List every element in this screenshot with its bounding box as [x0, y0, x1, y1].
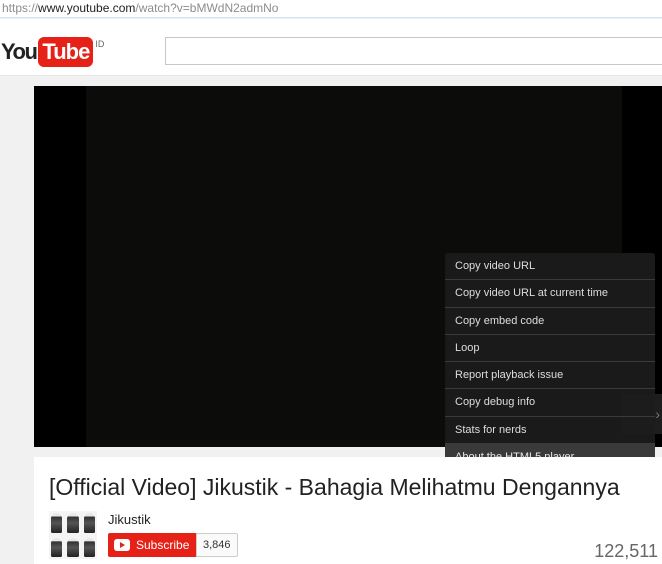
- avatar-figure: [83, 537, 95, 557]
- menu-loop[interactable]: Loop: [445, 335, 655, 363]
- view-count: 122,511: [594, 541, 658, 561]
- logo-region: ID: [95, 39, 105, 49]
- subscriber-count: 3,846: [196, 533, 238, 557]
- player-context-menu: Copy video URL Copy video URL at current…: [445, 253, 655, 472]
- logo-you-text: You: [1, 39, 38, 64]
- logo-tube-text: Tube: [38, 37, 94, 67]
- avatar-figure: [51, 513, 63, 533]
- menu-stats-for-nerds[interactable]: Stats for nerds: [445, 417, 655, 445]
- address-bar[interactable]: https://www.youtube.com/watch?v=bMWdN2ad…: [0, 0, 662, 18]
- watch-info-panel: [Official Video] Jikustik - Bahagia Meli…: [34, 457, 662, 564]
- youtube-play-icon: [114, 539, 130, 551]
- menu-copy-video-url[interactable]: Copy video URL: [445, 253, 655, 281]
- avatar-figure: [51, 537, 63, 557]
- subscribe-label: Subscribe: [136, 538, 190, 552]
- youtube-logo[interactable]: You Tube ID: [1, 37, 104, 67]
- menu-report-playback-issue[interactable]: Report playback issue: [445, 362, 655, 390]
- url-host: www.youtube.com: [38, 1, 136, 15]
- avatar-figure: [67, 513, 79, 533]
- search-input[interactable]: [165, 37, 662, 65]
- menu-copy-debug-info[interactable]: Copy debug info: [445, 389, 655, 417]
- channel-name-link[interactable]: Jikustik: [108, 512, 151, 527]
- subscribe-button[interactable]: Subscribe: [108, 533, 198, 557]
- url-scheme: https://: [2, 1, 39, 15]
- menu-copy-embed-code[interactable]: Copy embed code: [445, 308, 655, 335]
- avatar-figure: [67, 537, 79, 557]
- video-title: [Official Video] Jikustik - Bahagia Meli…: [49, 474, 620, 500]
- menu-copy-video-url-at-time[interactable]: Copy video URL at current time: [445, 280, 655, 308]
- masthead: You Tube ID: [0, 19, 662, 76]
- avatar-figure: [83, 513, 95, 533]
- url-path: /watch?v=bMWdN2admNo: [135, 1, 279, 15]
- channel-avatar[interactable]: [49, 511, 97, 559]
